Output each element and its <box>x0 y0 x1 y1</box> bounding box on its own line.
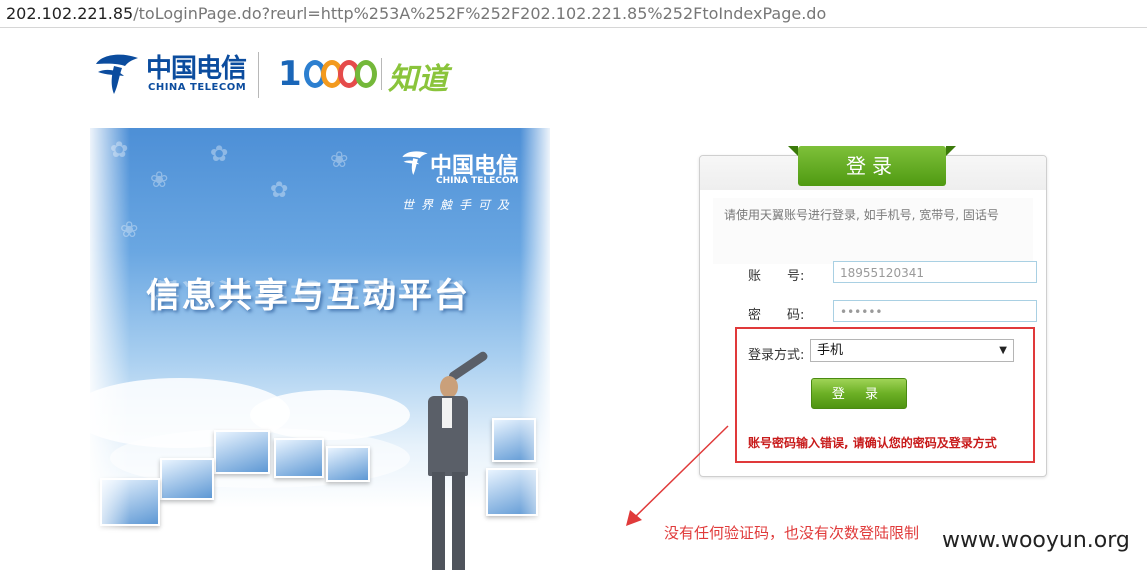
person-leg <box>432 472 445 570</box>
address-bar[interactable]: 202.102.221.85/toLoginPage.do?reurl=http… <box>0 0 1147 28</box>
url-host: 202.102.221.85 <box>6 4 134 23</box>
person-shirt <box>442 398 452 428</box>
banner-headline-reflection: 信息共享与互动平台 <box>146 277 470 302</box>
login-button[interactable]: 登 录 <box>811 378 907 409</box>
monitor-image <box>214 430 270 474</box>
ribbon-tail <box>788 146 798 156</box>
logo-10000-one: 1 <box>278 54 302 94</box>
password-label: 密 码: <box>748 308 805 323</box>
telecom-emblem-icon <box>96 54 138 94</box>
annotation-arrow-icon <box>626 425 729 526</box>
logo-divider <box>258 52 259 98</box>
annotation-note: 没有任何验证码，也没有次数登陆限制 <box>664 524 920 542</box>
banner-fade <box>520 128 550 570</box>
banner-brand-en: CHINA TELECOM <box>436 176 519 186</box>
promo-banner: ✿ ❀ ✿ ❀ ✿ ❀ 中国电信 CHINA TELECOM 世界触手可及 信息… <box>90 128 550 570</box>
login-hint: 请使用天翼账号进行登录, 如手机号, 宽带号, 固话号 <box>724 208 999 222</box>
person-head <box>440 376 458 398</box>
logo-divider <box>381 58 382 90</box>
watermark: www.wooyun.org <box>942 528 1130 553</box>
china-telecom-logo: 中国电信 CHINA TELECOM <box>92 48 252 100</box>
ribbon-tail <box>946 146 956 156</box>
flower-decoration-icon: ✿ <box>210 142 229 167</box>
logo-ring-icon <box>354 60 377 88</box>
banner-fade <box>90 128 130 570</box>
flower-decoration-icon: ❀ <box>150 168 169 193</box>
login-method-value: 手机 <box>817 343 844 358</box>
monitor-image <box>274 438 324 478</box>
account-label: 账 号: <box>748 269 805 284</box>
url-path: /toLoginPage.do?reurl=http%253A%252F%252… <box>133 4 827 23</box>
account-input[interactable]: 18955120341 <box>833 261 1037 283</box>
password-input[interactable]: •••••• <box>833 300 1037 322</box>
login-method-select[interactable]: 手机 ▼ <box>810 339 1014 362</box>
monitor-image <box>326 446 370 482</box>
logo-zhidao-text: 知道 <box>388 62 448 97</box>
header-logo: 中国电信 CHINA TELECOM 1 知道 <box>92 48 472 100</box>
login-title: 登录 <box>798 146 946 186</box>
telecom-emblem-icon <box>402 151 428 175</box>
login-method-label: 登录方式: <box>748 348 805 363</box>
monitor-image <box>160 458 214 500</box>
person-leg <box>452 472 465 570</box>
dropdown-arrow-icon: ▼ <box>999 345 1007 356</box>
logo-en-text: CHINA TELECOM <box>148 82 247 93</box>
logo-cn-text: 中国电信 <box>146 54 247 84</box>
error-message: 账号密码输入错误, 请确认您的密码及登录方式 <box>748 436 997 450</box>
banner-brand: 中国电信 CHINA TELECOM 世界触手可及 <box>400 146 530 216</box>
flower-decoration-icon: ❀ <box>330 148 349 173</box>
flower-decoration-icon: ✿ <box>270 178 289 203</box>
banner-slogan: 世界触手可及 <box>402 198 517 212</box>
logo-10000: 1 <box>278 53 377 95</box>
